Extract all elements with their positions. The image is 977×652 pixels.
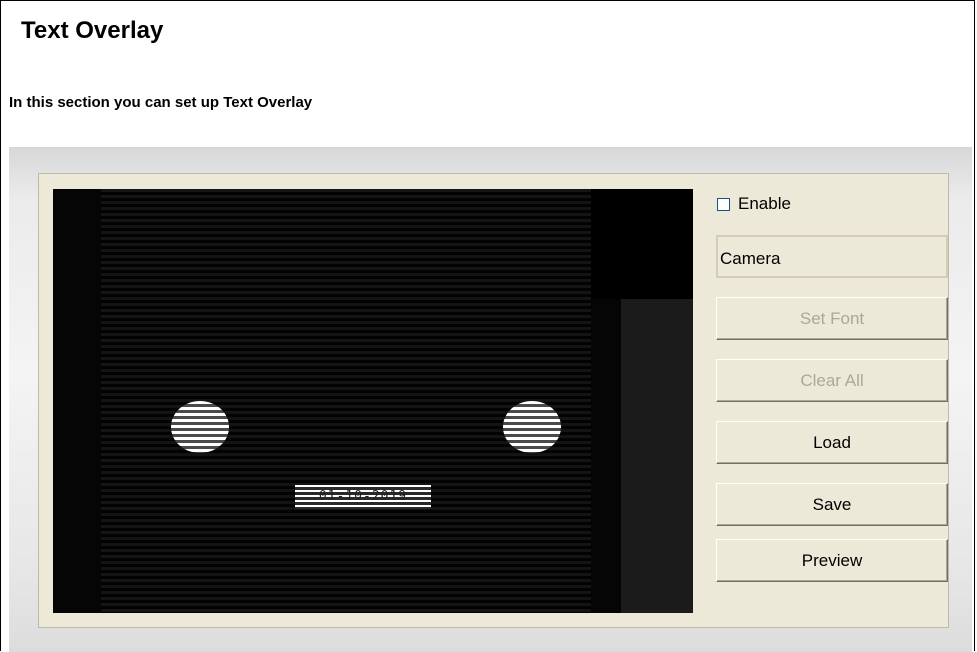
page-subtitle: In this section you can set up Text Over… — [9, 94, 313, 111]
camera-preview: 01-10-2019 — [53, 189, 693, 613]
enable-checkbox[interactable] — [717, 197, 730, 211]
preview-right-region — [621, 299, 693, 613]
overlay-text-input[interactable] — [716, 235, 948, 278]
load-button[interactable]: Load — [716, 421, 948, 464]
overlay-controls: Enable Set Font Clear All Load Save Prev… — [711, 189, 948, 613]
headlight-left — [171, 401, 229, 453]
text-overlay-page: Text Overlay In this section you can set… — [0, 0, 975, 652]
enable-label: Enable — [738, 194, 791, 213]
preview-dark-corner — [591, 189, 693, 299]
save-button[interactable]: Save — [716, 483, 948, 526]
preview-scanlines — [101, 189, 591, 613]
clear-all-button[interactable]: Clear All — [716, 359, 948, 402]
applet-frame: 01-10-2019 Enable Set Font Clear All Loa… — [9, 147, 972, 652]
headlight-right — [503, 401, 561, 453]
page-title: Text Overlay — [21, 17, 164, 44]
overlay-panel: 01-10-2019 Enable Set Font Clear All Loa… — [38, 173, 949, 628]
enable-checkbox-row[interactable]: Enable — [717, 194, 791, 214]
set-font-button[interactable]: Set Font — [716, 297, 948, 340]
license-plate: 01-10-2019 — [295, 485, 431, 509]
preview-button[interactable]: Preview — [716, 539, 948, 582]
